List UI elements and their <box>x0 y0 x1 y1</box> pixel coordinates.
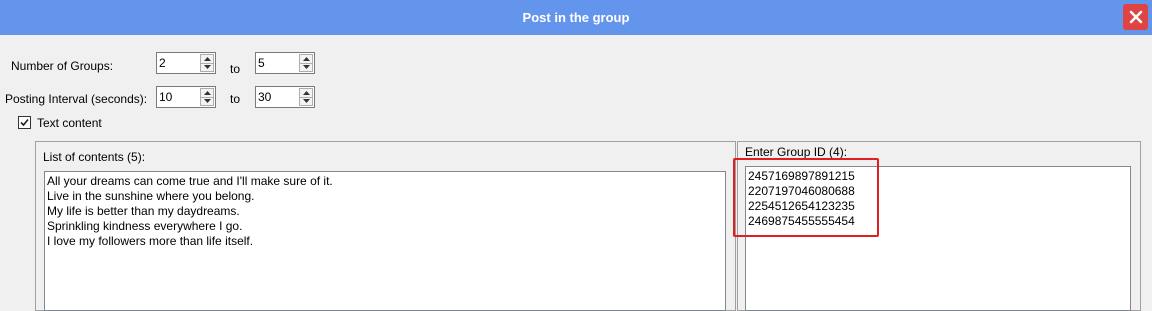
content-line: My life is better than my daydreams. <box>47 204 240 218</box>
interval-to-input[interactable] <box>256 87 300 107</box>
content-line: Sprinkling kindness everywhere I go. <box>47 219 243 233</box>
groups-label: Number of Groups: <box>11 59 114 73</box>
arrow-up-icon <box>302 56 310 61</box>
arrow-down-icon <box>302 99 310 104</box>
group-id-highlight <box>733 158 879 237</box>
checkmark-icon <box>20 118 29 127</box>
content-line: Live in the sunshine where you belong. <box>47 189 255 203</box>
stepper-up-button[interactable] <box>299 88 313 98</box>
content-line: All your dreams can come true and I'll m… <box>47 174 333 188</box>
content-line: I love my followers more than life itsel… <box>47 234 254 248</box>
stepper-up-button[interactable] <box>200 54 214 64</box>
interval-to-stepper[interactable] <box>255 86 315 108</box>
groups-to-input[interactable] <box>256 53 300 73</box>
interval-label: Posting Interval (seconds): <box>5 92 148 106</box>
stepper-up-button[interactable] <box>299 54 313 64</box>
title-bar: Post in the group <box>0 0 1152 35</box>
close-button[interactable] <box>1123 4 1148 30</box>
arrow-up-icon <box>203 90 211 95</box>
arrow-down-icon <box>203 99 211 104</box>
groups-to-label: to <box>230 62 241 76</box>
stepper-down-button[interactable] <box>200 97 214 106</box>
groups-to-stepper[interactable] <box>255 52 315 74</box>
window-title: Post in the group <box>522 10 630 25</box>
text-content-label: Text content <box>37 116 102 130</box>
close-icon <box>1129 10 1142 24</box>
stepper-down-button[interactable] <box>200 63 214 72</box>
interval-from-input[interactable] <box>157 87 201 107</box>
group-id-label: Enter Group ID (4): <box>745 145 848 159</box>
arrow-up-icon <box>302 90 310 95</box>
groups-from-input[interactable] <box>157 53 201 73</box>
stepper-up-button[interactable] <box>200 88 214 98</box>
interval-to-label: to <box>230 92 241 106</box>
contents-textarea[interactable]: All your dreams can come true and I'll m… <box>44 171 726 311</box>
groups-from-stepper[interactable] <box>156 52 216 74</box>
text-content-checkbox[interactable] <box>18 116 31 129</box>
contents-label: List of contents (5): <box>43 150 146 164</box>
arrow-down-icon <box>302 65 310 70</box>
arrow-down-icon <box>203 65 211 70</box>
interval-from-stepper[interactable] <box>156 86 216 108</box>
arrow-up-icon <box>203 56 211 61</box>
stepper-down-button[interactable] <box>299 63 313 72</box>
stepper-down-button[interactable] <box>299 97 313 106</box>
